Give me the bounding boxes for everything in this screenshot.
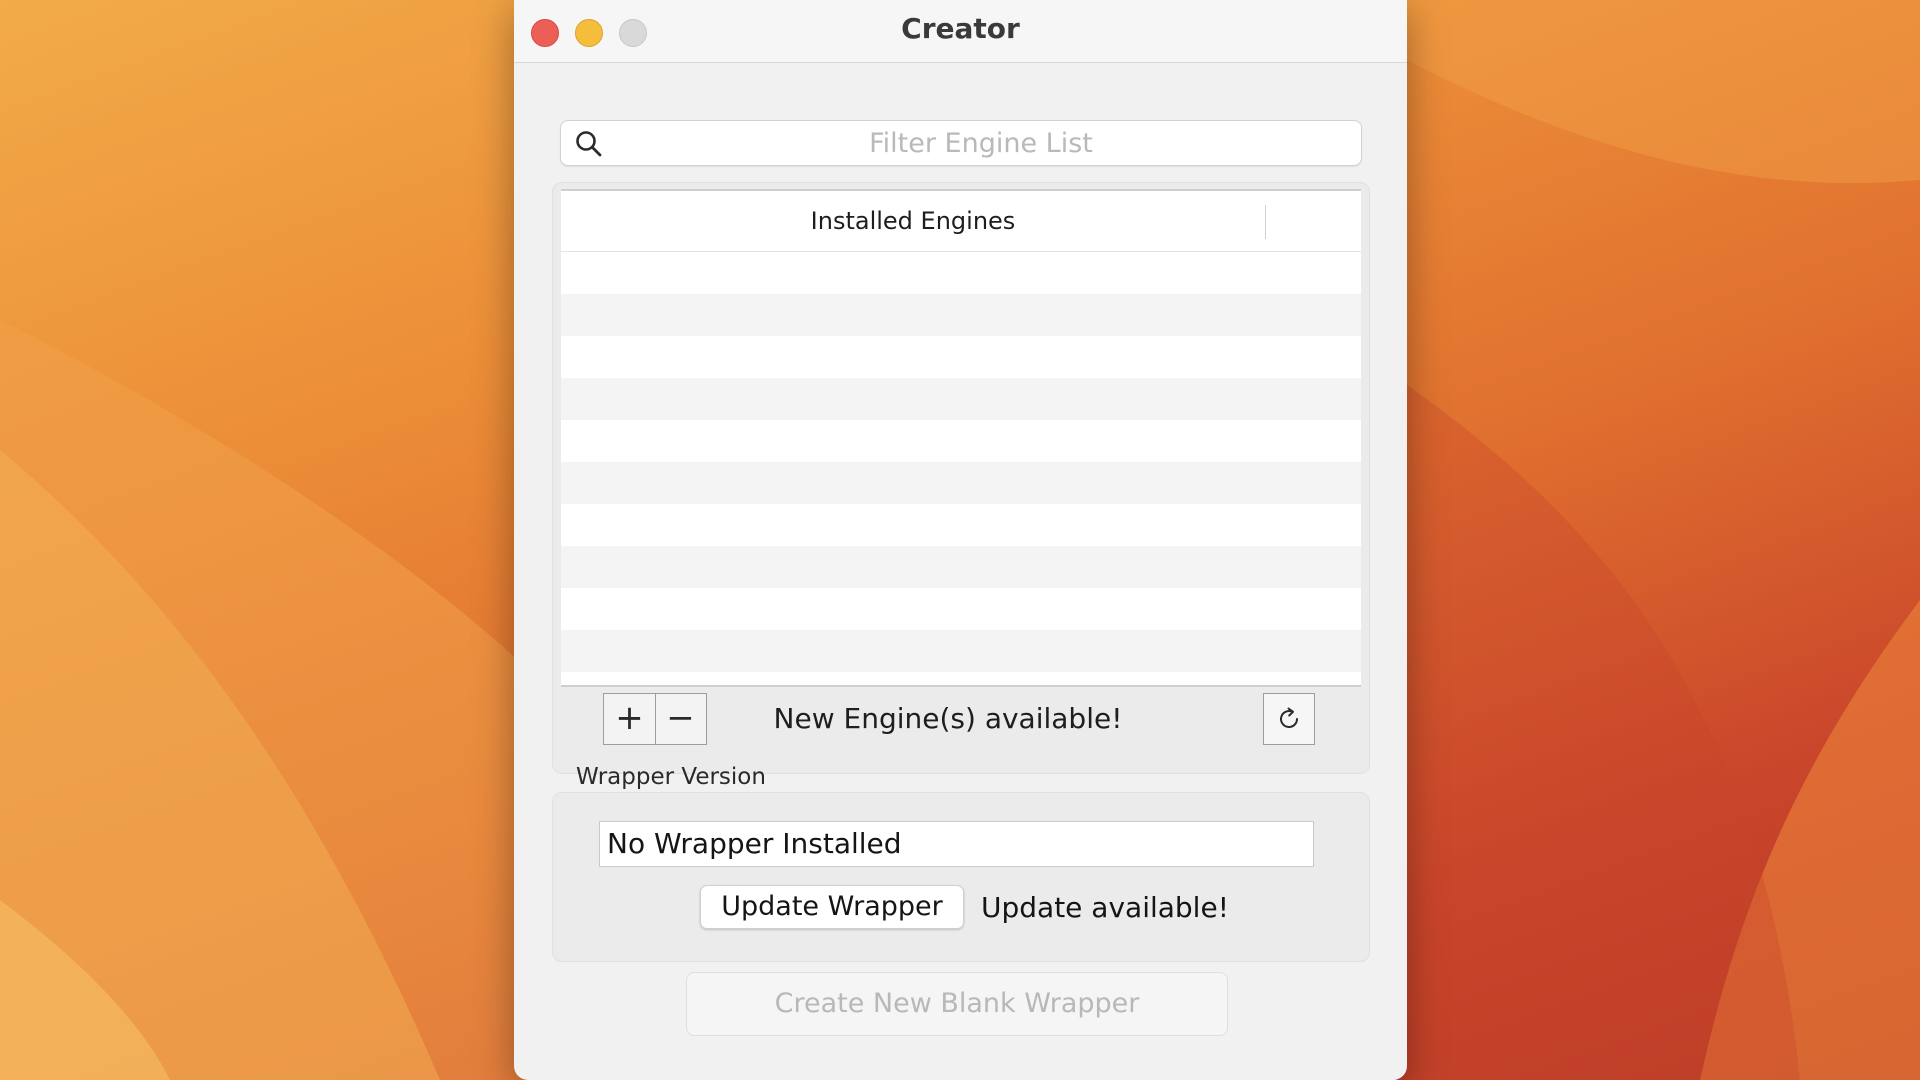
column-divider — [1265, 205, 1266, 239]
empty-row — [561, 462, 1361, 504]
refresh-button[interactable] — [1263, 693, 1315, 745]
wrapper-version-field: No Wrapper Installed — [599, 821, 1314, 867]
desktop-wallpaper: Creator Installed Engines — [0, 0, 1920, 1080]
empty-row — [561, 630, 1361, 672]
empty-row — [561, 504, 1361, 546]
update-wrapper-button[interactable]: Update Wrapper — [700, 885, 964, 929]
window-title: Creator — [901, 12, 1020, 45]
installed-engines-table[interactable]: Installed Engines — [561, 189, 1361, 687]
remove-engine-button[interactable]: − — [655, 694, 706, 744]
wrapper-version-panel: No Wrapper Installed Update Wrapper Upda… — [552, 792, 1370, 962]
search-field[interactable] — [560, 120, 1362, 166]
search-input[interactable] — [621, 121, 1341, 165]
engines-status-text: New Engine(s) available! — [773, 702, 1123, 735]
column-header-installed-engines[interactable]: Installed Engines — [561, 191, 1265, 251]
wrapper-version-label: Wrapper Version — [576, 764, 766, 790]
search-icon — [576, 131, 602, 157]
title-bar: Creator — [514, 0, 1407, 63]
create-new-blank-wrapper-button[interactable]: Create New Blank Wrapper — [686, 972, 1228, 1036]
add-engine-button[interactable]: + — [604, 694, 656, 744]
engine-list-panel: Installed Engines + − New Engine(s) avai… — [552, 182, 1370, 774]
creator-window: Creator Installed Engines — [514, 0, 1407, 1080]
empty-row — [561, 546, 1361, 588]
table-rows — [561, 252, 1361, 672]
empty-row — [561, 252, 1361, 294]
add-remove-segmented-control: + − — [603, 693, 707, 745]
table-header: Installed Engines — [561, 191, 1361, 252]
empty-row — [561, 420, 1361, 462]
empty-row — [561, 294, 1361, 336]
update-status-text: Update available! — [981, 891, 1229, 924]
empty-row — [561, 378, 1361, 420]
empty-row — [561, 336, 1361, 378]
empty-row — [561, 588, 1361, 630]
refresh-icon — [1280, 707, 1298, 728]
